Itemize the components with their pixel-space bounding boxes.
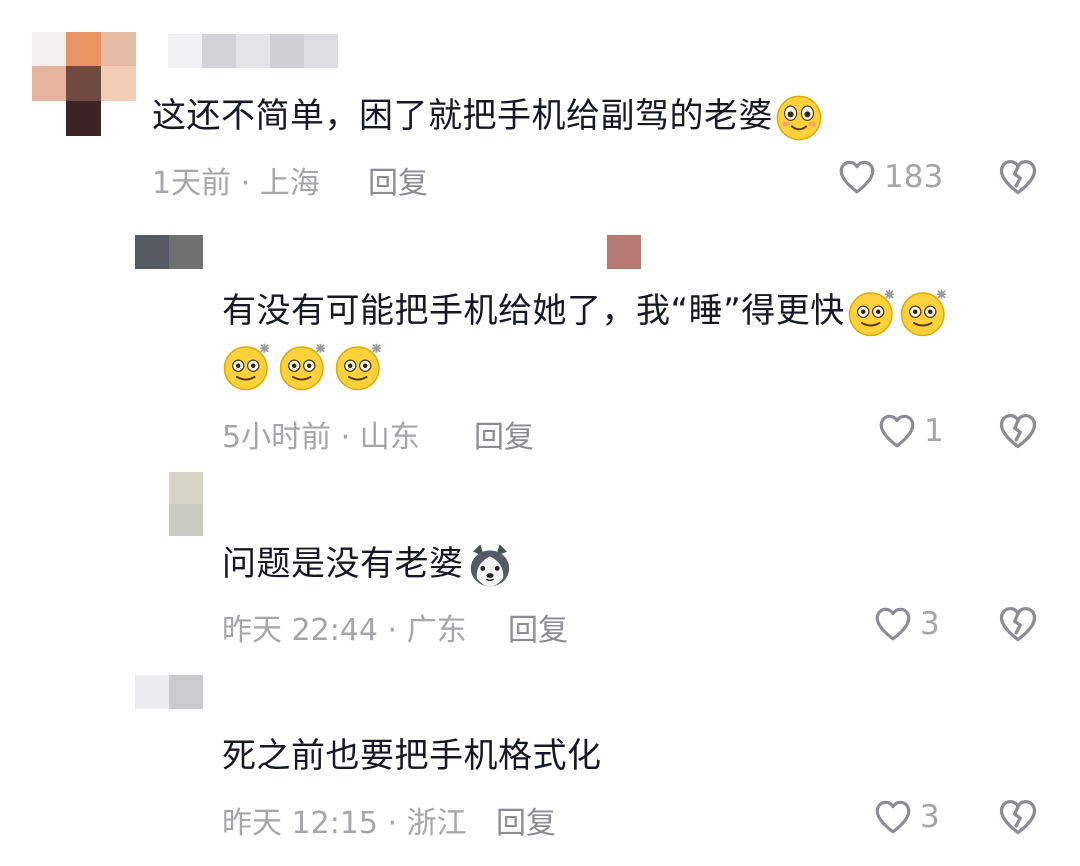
avatar[interactable] <box>135 675 203 709</box>
husky-face-icon <box>466 542 514 590</box>
reply-button[interactable]: 回复 <box>368 158 428 202</box>
comment-location: 上海 <box>259 166 320 201</box>
comment-text-body: 问题是没有老婆 <box>222 544 464 584</box>
avatar[interactable] <box>135 235 203 269</box>
comment-location: 广东 <box>406 613 467 648</box>
comment-meta: 昨天 12:15 · 浙江 <box>222 798 467 842</box>
reply-button[interactable]: 回复 <box>474 412 534 456</box>
comment-time: 5小时前 <box>222 420 332 455</box>
heart-outline-icon <box>836 156 878 198</box>
like-count: 1 <box>924 413 944 449</box>
comment-location: 山东 <box>359 420 420 455</box>
heart-outline-icon <box>872 603 914 645</box>
comment-text-body: 有没有可能把手机给她了，我“睡”得更快 <box>222 291 845 331</box>
smile-face-icon <box>775 94 823 142</box>
reply-button[interactable]: 回复 <box>496 798 556 842</box>
dizzy-face-icon <box>278 342 328 392</box>
like-count: 3 <box>920 606 940 642</box>
comment-1: 这还不简单，困了就把手机给副驾的老婆 1天前 · 上海 回复 183 <box>0 0 1080 215</box>
comment-meta: 5小时前 · 山东 <box>222 412 420 456</box>
avatar[interactable] <box>32 32 136 136</box>
broken-heart-icon <box>996 155 1040 199</box>
like-count: 183 <box>884 159 944 195</box>
dizzy-face-icon <box>222 342 272 392</box>
broken-heart-icon <box>996 795 1040 839</box>
username-blurred[interactable] <box>168 34 338 68</box>
like-button[interactable]: 3 <box>872 602 940 646</box>
comment-text: 有没有可能把手机给她了，我“睡”得更快 <box>222 285 949 338</box>
heart-outline-icon <box>876 410 918 452</box>
like-button[interactable]: 3 <box>872 795 940 839</box>
dislike-button[interactable] <box>996 795 1040 839</box>
comment-3: 问题是没有老婆 昨天 22:44 · 广东 回复 3 <box>0 470 1080 660</box>
dizzy-face-icon <box>899 288 949 338</box>
meta-separator: · <box>331 420 360 455</box>
heart-outline-icon <box>872 796 914 838</box>
comment-time: 1天前 <box>152 166 232 201</box>
like-button[interactable]: 183 <box>836 155 943 199</box>
dislike-button[interactable] <box>996 602 1040 646</box>
broken-heart-icon <box>996 409 1040 453</box>
comment-meta: 1天前 · 上海 <box>152 158 320 202</box>
comment-text: 问题是没有老婆 <box>222 538 514 590</box>
comment-location: 浙江 <box>406 806 467 841</box>
comment-4: 死之前也要把手机格式化 昨天 12:15 · 浙江 回复 3 <box>0 660 1080 866</box>
meta-separator: · <box>378 806 407 841</box>
comment-time: 昨天 22:44 <box>222 613 378 648</box>
comment-text-body: 这还不简单，困了就把手机给副驾的老婆 <box>152 96 773 136</box>
comment-meta: 昨天 22:44 · 广东 <box>222 605 467 649</box>
like-button[interactable]: 1 <box>876 409 944 453</box>
comment-2: 有没有可能把手机给她了，我“睡”得更快 5小时前 · 山东 回复 1 <box>0 215 1080 470</box>
broken-heart-icon <box>996 602 1040 646</box>
like-count: 3 <box>920 799 940 835</box>
dislike-button[interactable] <box>996 409 1040 453</box>
dizzy-face-icon <box>334 342 384 392</box>
meta-separator: · <box>378 613 407 648</box>
comment-text: 这还不简单，困了就把手机给副驾的老婆 <box>152 90 823 142</box>
username-blurred[interactable] <box>607 235 641 269</box>
comment-time: 昨天 12:15 <box>222 806 378 841</box>
comment-text-body: 死之前也要把手机格式化 <box>222 736 602 776</box>
avatar[interactable] <box>169 472 203 536</box>
reply-button[interactable]: 回复 <box>508 605 568 649</box>
comment-text: 死之前也要把手机格式化 <box>222 730 602 782</box>
dizzy-face-icon <box>847 288 897 338</box>
meta-separator: · <box>231 166 260 201</box>
emoji-row <box>222 342 384 392</box>
dislike-button[interactable] <box>996 155 1040 199</box>
